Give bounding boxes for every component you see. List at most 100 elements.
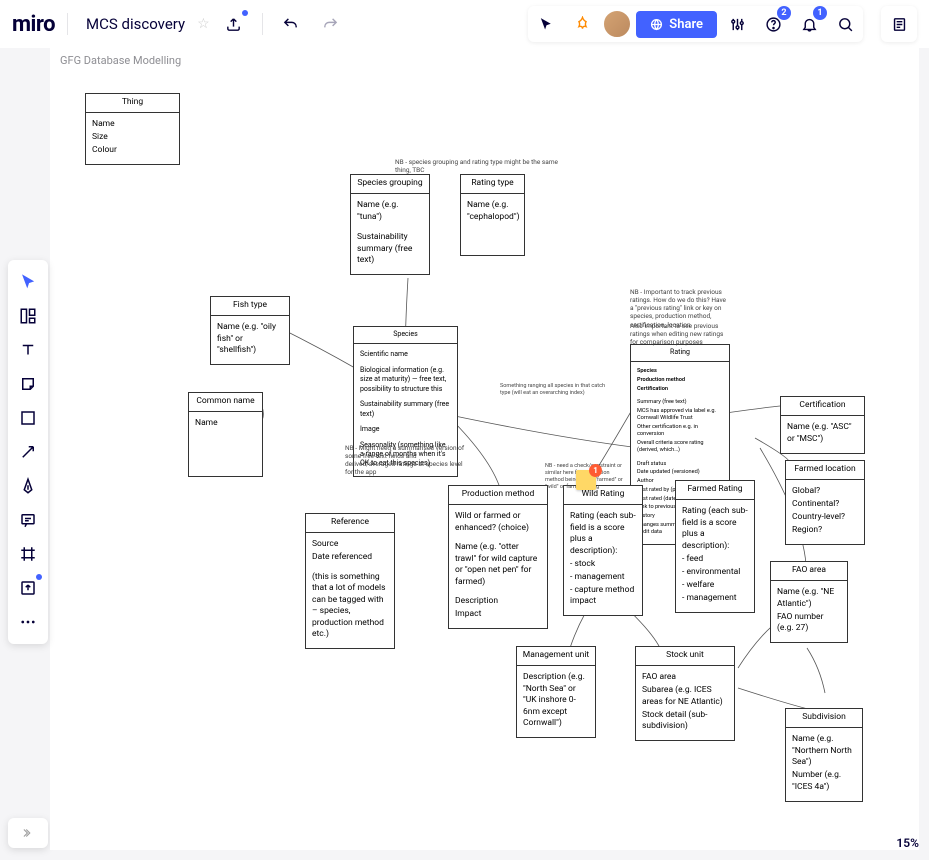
entity-reference[interactable]: Reference Source Date referenced (this i… bbox=[305, 513, 395, 649]
entity-title: Species bbox=[354, 327, 457, 344]
attr: Subarea (e.g. ICES areas for NE Atlantic… bbox=[642, 685, 728, 708]
attr: Global? bbox=[792, 486, 858, 497]
frame-tool[interactable] bbox=[12, 538, 44, 570]
sticky-tool[interactable] bbox=[12, 368, 44, 400]
export-icon[interactable] bbox=[218, 8, 250, 40]
attr: Size bbox=[92, 132, 173, 143]
attr: (this is something that a lot of models … bbox=[312, 572, 388, 641]
attr: Sustainability summary (free text) bbox=[357, 232, 423, 266]
entity-title: Production method bbox=[449, 486, 547, 505]
entity-stock-unit[interactable]: Stock unit FAO area Subarea (e.g. ICES a… bbox=[635, 646, 735, 741]
comment-tool[interactable] bbox=[12, 504, 44, 536]
attr: - feed bbox=[682, 554, 748, 565]
reactions-icon[interactable] bbox=[566, 8, 598, 40]
templates-tool[interactable] bbox=[12, 300, 44, 332]
note: NB - species grouping and rating type mi… bbox=[395, 158, 575, 174]
attr: Name (e.g. "cephalopod") bbox=[467, 200, 518, 223]
attr: Description bbox=[455, 596, 541, 607]
entity-title: Farmed Rating bbox=[676, 481, 754, 500]
search-icon[interactable] bbox=[829, 8, 861, 40]
toolbar bbox=[8, 260, 48, 644]
attr: Name (e.g. "NE Atlantic") bbox=[777, 587, 841, 610]
attr: Biological information (e.g. size at mat… bbox=[360, 366, 451, 394]
share-button[interactable]: Share bbox=[636, 11, 717, 38]
attr: Date updated (versioned) bbox=[637, 469, 723, 476]
attr: Production method bbox=[637, 377, 723, 384]
attr: - management bbox=[570, 572, 636, 583]
entity-fao-area[interactable]: FAO area Name (e.g. "NE Atlantic") FAO n… bbox=[770, 561, 848, 643]
entity-title: Species grouping bbox=[351, 175, 429, 194]
entity-farmed-location[interactable]: Farmed location Global? Continental? Cou… bbox=[785, 460, 865, 545]
attr: MCS has approved via label e.g. Cornwall… bbox=[637, 408, 723, 423]
settings-icon[interactable] bbox=[721, 8, 753, 40]
board-name[interactable]: MCS discovery bbox=[86, 15, 185, 33]
undo-icon[interactable] bbox=[275, 8, 307, 40]
entity-species-grouping[interactable]: Species grouping Name (e.g. "tuna") Sust… bbox=[350, 174, 430, 275]
attr: Name (e.g. "otter trawl" for wild captur… bbox=[455, 542, 541, 588]
note: Something ranging all species in that ca… bbox=[500, 383, 610, 397]
text-tool[interactable] bbox=[12, 334, 44, 366]
select-tool[interactable] bbox=[12, 266, 44, 298]
attr: Name bbox=[195, 418, 256, 429]
entity-certification[interactable]: Certification Name (e.g. "ASC" or "MSC") bbox=[780, 396, 865, 454]
attr: Species bbox=[637, 368, 723, 375]
entity-title: Certification bbox=[781, 397, 864, 416]
redo-icon[interactable] bbox=[315, 8, 347, 40]
upload-tool[interactable] bbox=[12, 572, 44, 604]
miro-logo: miro bbox=[12, 12, 55, 37]
attr: Draft status bbox=[637, 461, 723, 468]
attr: FAO area bbox=[642, 672, 728, 683]
notes-icon[interactable] bbox=[881, 6, 917, 42]
entity-title: Subdivision bbox=[786, 709, 862, 728]
attr: - capture method impact bbox=[570, 585, 636, 608]
attr: FAO number (e.g. 27) bbox=[777, 612, 841, 635]
expand-toolbar-icon[interactable] bbox=[8, 818, 48, 848]
attr: - management bbox=[682, 593, 748, 604]
attr: Name bbox=[92, 119, 173, 130]
entity-title: Reference bbox=[306, 514, 394, 533]
attr: Rating (each sub-field is a score plus a… bbox=[682, 506, 748, 552]
entity-title: Farmed location bbox=[786, 461, 864, 480]
entity-title: Rating bbox=[631, 345, 729, 362]
entity-management-unit[interactable]: Management unit Description (e.g. "North… bbox=[516, 646, 596, 738]
pen-tool[interactable] bbox=[12, 470, 44, 502]
attr: Country-level? bbox=[792, 512, 858, 523]
entity-production-method[interactable]: Production method Wild or farmed or enha… bbox=[448, 485, 548, 629]
help-badge: 2 bbox=[777, 6, 791, 20]
attr: Colour bbox=[92, 145, 173, 156]
note: NB - Might need a summarised version of … bbox=[345, 444, 465, 477]
star-icon[interactable]: ☆ bbox=[197, 16, 210, 32]
help-icon[interactable]: 2 bbox=[757, 8, 789, 40]
canvas-frame[interactable]: GFG Database Modelling Thing Name Size C… bbox=[50, 48, 919, 850]
entity-subdivision[interactable]: Subdivision Name (e.g. "Northern North S… bbox=[785, 708, 863, 802]
attr: Name (e.g. "ASC" or "MSC") bbox=[787, 422, 858, 445]
attr: Name (e.g. "tuna") bbox=[357, 200, 423, 223]
attr: Date referenced bbox=[312, 552, 388, 563]
sticky-comment[interactable]: 1 bbox=[576, 470, 596, 490]
attr: Certification bbox=[637, 386, 723, 393]
more-tool[interactable] bbox=[12, 606, 44, 638]
attr: Name (e.g. "Northern North Sea") bbox=[792, 734, 856, 768]
entity-rating-type[interactable]: Rating type Name (e.g. "cephalopod") bbox=[460, 174, 525, 256]
entity-title: FAO area bbox=[771, 562, 847, 581]
attr: Rating (each sub-field is a score plus a… bbox=[570, 511, 636, 557]
attr: Stock detail (sub-subdivision) bbox=[642, 710, 728, 733]
entity-fish-type[interactable]: Fish type Name (e.g. "oily fish" or "she… bbox=[210, 296, 290, 365]
entity-common-name[interactable]: Common name Name bbox=[188, 392, 263, 477]
attr: Description (e.g. "North Sea" or "UK ins… bbox=[523, 672, 589, 729]
attr: - environmental bbox=[682, 567, 748, 578]
entity-farmed-rating[interactable]: Farmed Rating Rating (each sub-field is … bbox=[675, 480, 755, 613]
attr: Name (e.g. "oily fish" or "shellfish") bbox=[217, 322, 283, 356]
attr: - stock bbox=[570, 559, 636, 570]
entity-thing[interactable]: Thing Name Size Colour bbox=[85, 93, 180, 165]
shape-tool[interactable] bbox=[12, 402, 44, 434]
bell-icon[interactable]: 1 bbox=[793, 8, 825, 40]
attr: Impact bbox=[455, 609, 541, 620]
cursor-team-icon[interactable] bbox=[530, 8, 562, 40]
entity-title: Fish type bbox=[211, 297, 289, 316]
comment-count-badge: 1 bbox=[589, 464, 602, 477]
arrow-tool[interactable] bbox=[12, 436, 44, 468]
entity-wild-rating[interactable]: Wild Rating Rating (each sub-field is a … bbox=[563, 485, 643, 616]
zoom-level[interactable]: 15% bbox=[896, 836, 919, 850]
user-avatar[interactable] bbox=[602, 9, 632, 39]
